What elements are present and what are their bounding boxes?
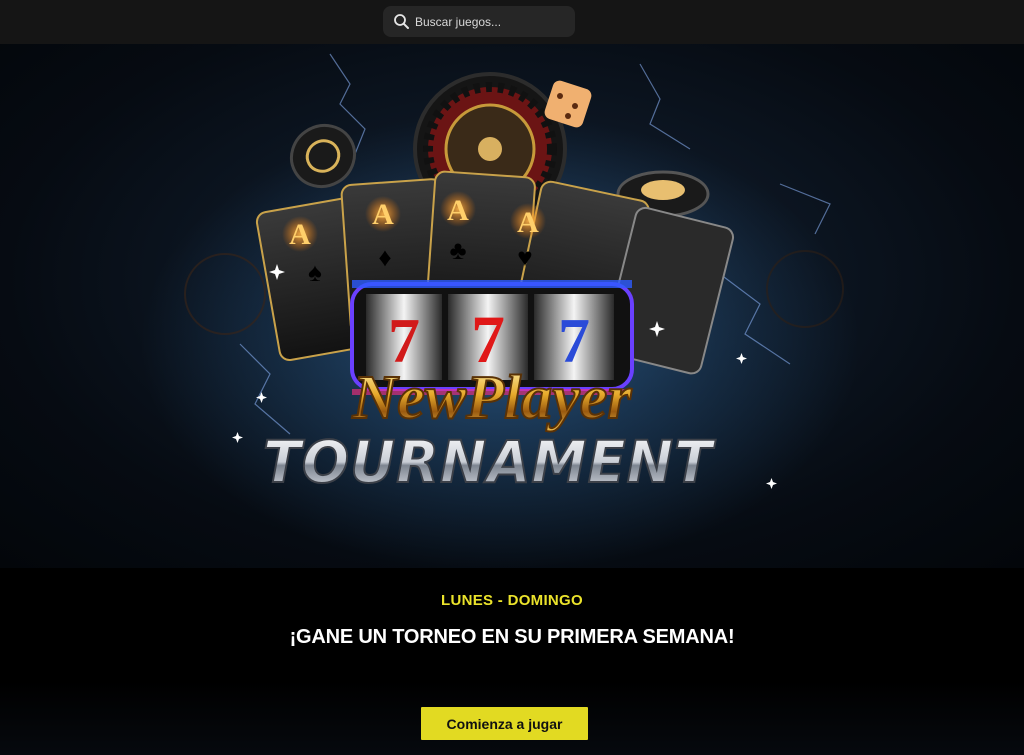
card-suit-1: ♠: [308, 258, 322, 287]
card-rank-4: A: [517, 206, 539, 239]
card-rank-3: A: [447, 194, 469, 227]
promo-info: LUNES - DOMINGO ¡GANE UN TORNEO EN SU PR…: [0, 568, 1024, 755]
hero-banner: A ♠ A ♦ A ♣ A ♥ 7 7 7 NewPlayer TOURNAME…: [0, 44, 1024, 568]
promo-headline: ¡GANE UN TORNEO EN SU PRIMERA SEMANA!: [289, 626, 735, 648]
card-rank-2: A: [372, 198, 394, 231]
search-icon[interactable]: [393, 13, 410, 30]
start-playing-button[interactable]: Comienza a jugar: [421, 707, 588, 740]
logo-tournament: TOURNAMENT: [263, 428, 716, 496]
card-rank-1: A: [289, 218, 311, 251]
card-suit-3: ♣: [449, 236, 466, 265]
hero-artwork: A ♠ A ♦ A ♣ A ♥ 7 7 7 NewPlayer TOURNAME…: [140, 53, 860, 568]
top-bar: [0, 0, 1024, 44]
search-box[interactable]: [383, 6, 575, 37]
card-suit-4: ♥: [517, 243, 532, 272]
promo-days: LUNES - DOMINGO: [441, 592, 583, 609]
search-input[interactable]: [415, 11, 565, 32]
card-suit-2: ♦: [378, 243, 391, 272]
logo-newplayer: NewPlayer: [352, 364, 633, 432]
